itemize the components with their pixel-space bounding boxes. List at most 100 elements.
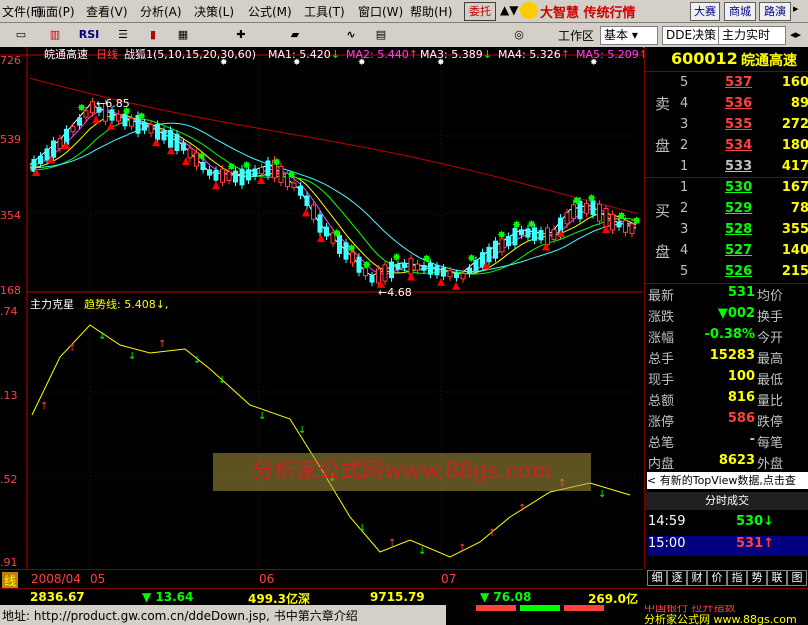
candle-body [584,202,589,214]
candle-body [480,252,485,268]
rsi-button[interactable]: RSI [78,26,100,44]
info-value: 15283 [709,348,755,363]
brand-title: 大智慧 传统行情 [540,6,636,21]
menu-analysis[interactable]: 分析(A) [140,3,182,20]
star-signal-icon: ✸ [197,150,206,163]
contest-button[interactable]: 大赛 [690,2,720,21]
y-label-top-0: 726 [0,54,21,67]
candle-body [434,265,440,276]
panel-tab[interactable]: 图 [787,570,807,586]
index-bar: 2836.67 ▼ 13.64 499.3亿深 9715.79 ▼ 76.08 … [0,588,808,606]
low-annotation: ←4.68 [378,286,412,299]
sell-row[interactable]: 5 537 160 [645,75,808,96]
panel-tab[interactable]: 价 [707,570,727,586]
index-sz-value: 9715.79 [370,590,425,604]
crosshair-icon[interactable]: ✚ [230,26,252,44]
kline-icon[interactable]: ▥ [44,26,66,44]
buy-row[interactable]: 1 530 167 [645,180,808,201]
panel-tab[interactable]: 势 [747,570,767,586]
chart-stock-name: 皖通高速 [44,48,88,61]
candle-body [70,126,76,133]
arrow-icons: ▲▼ [500,3,519,17]
menu-formula[interactable]: 公式(M) [248,3,292,20]
chevron-down-icon: ▾ [631,28,638,42]
main-realtime-button[interactable]: 主力实时 [718,26,786,45]
ruler-icon[interactable]: ▰ [284,26,306,44]
mall-button[interactable]: 商城 [724,2,756,21]
candle-body [298,185,303,196]
candle-body [395,264,401,270]
sell-row[interactable]: 2 534 180 [645,138,808,159]
menubar: 文件(F) 画面(P) 查看(V) 分析(A) 决策(L) 公式(M) 工具(T… [0,0,808,23]
buy-level: 4 [680,243,689,258]
sell-row[interactable]: 4 536 89 [645,96,808,117]
candle-body [129,117,134,127]
y-label-top-2: 354 [0,209,21,222]
sub-y-label-2: .52 [0,473,18,486]
info-row: 现手 100 最低 [645,369,808,390]
signal-arrow-icon: ↓ [598,489,606,500]
menu-window[interactable]: 窗口(W) [358,3,403,20]
buy-row[interactable]: 5 526 215 [645,264,808,285]
panel-tab[interactable]: 细 [647,570,667,586]
info-key2: 换手 [757,310,784,325]
table-icon[interactable]: ▤ [370,26,392,44]
sell-price: 534 [725,138,753,153]
scroll-right-icon[interactable]: ▸ [793,2,799,15]
signal-arrow-icon: ↑ [158,339,166,350]
trade-row[interactable]: 14:59 530↓ [648,514,808,534]
candle-body [142,122,147,131]
y-label-top-3: 168 [0,284,21,297]
dde-decision-button[interactable]: DDE决策 [662,26,722,45]
arrows-icon[interactable]: ◂▸ [790,28,801,41]
info-key: 涨幅 [648,331,675,346]
ticker[interactable]: 中国银行 拉升指数 分析家公式网 www.88gs.com [642,605,808,625]
menu-decision[interactable]: 决策(L) [194,3,234,20]
candle-body [545,227,550,246]
candle-body [454,273,459,279]
panel-tab[interactable]: 联 [767,570,787,586]
kline-chart-area[interactable]: ✸✸✸✸✸✸✸✸✸✸✸✸✸✸✸✸✸✸✸✸✸✸✸✸✸✸ ↑↑↓↓↑↓↓↓↓↓↓↑↓… [0,47,648,569]
wave-icon[interactable]: ∿ [340,26,362,44]
star-signal-icon: ✸ [617,210,626,223]
candle-body [90,101,95,114]
workspace-select[interactable]: 基本 ▾ [600,26,658,45]
sell-row[interactable]: 3 535 272 [645,117,808,138]
list-icon[interactable]: ☰ [112,26,134,44]
status-bar: 地址: http://product.gw.com.cn/ddeDown.jsp… [0,605,808,625]
trade-row[interactable]: 15:00 531↑ [648,536,808,556]
signal-arrow-icon: ↓ [193,355,201,366]
star-signal-icon: ✸ [332,227,341,240]
chart-icon[interactable]: ▭ [10,26,32,44]
panel-tab[interactable]: 财 [687,570,707,586]
topview-notice[interactable]: < 有新的TopView数据,点击查 [647,472,808,489]
candle-body [291,182,297,189]
buy-volume: 78 [790,201,808,216]
brand-logo-icon [520,2,538,19]
info-key2: 最低 [757,373,784,388]
signal-arrow-icon: ↑ [40,401,48,412]
buy-volume: 140 [781,243,808,258]
star-signal-icon: ✸ [632,215,641,228]
menu-help[interactable]: 帮助(H) [410,3,452,20]
buy-row[interactable]: 2 529 78 [645,201,808,222]
workspace-label: 工作区 [558,29,595,43]
signal-arrow-icon: ↓ [358,523,366,534]
panel-tab[interactable]: 指 [727,570,747,586]
buy-row[interactable]: 4 527 140 [645,243,808,264]
menu-screen[interactable]: 画面(P) [34,3,75,20]
x-label-0: 线 [2,572,19,589]
buy-row[interactable]: 3 528 355 [645,222,808,243]
binoculars-icon[interactable]: ◎ [508,26,530,44]
menu-view[interactable]: 查看(V) [86,3,128,20]
info-key2: 今开 [757,331,784,346]
entrust-button[interactable]: 委托 [464,2,496,21]
bar-chart-icon[interactable]: ▮ [142,26,164,44]
panel-tab[interactable]: 逐 [667,570,687,586]
info-key: 总额 [648,394,675,409]
candle-body [551,229,557,240]
grid-icon[interactable]: ▦ [172,26,194,44]
roadshow-button[interactable]: 路演 [759,2,791,21]
x-label-1: 2008/04 [31,572,81,586]
menu-tools[interactable]: 工具(T) [304,3,345,20]
